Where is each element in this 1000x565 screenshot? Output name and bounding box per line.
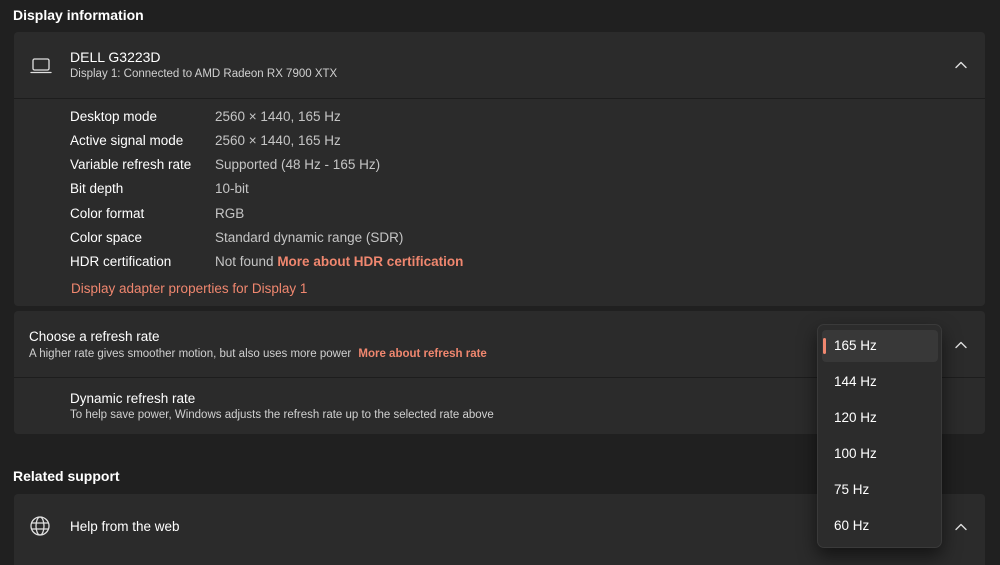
help-from-web-label: Help from the web [70,519,180,534]
info-label: Color space [70,230,143,245]
laptop-icon [30,58,52,74]
refresh-rate-option-label: 144 Hz [834,374,877,389]
refresh-rate-subtitle: A higher rate gives smoother motion, but… [29,348,352,360]
info-value-group: Not found More about HDR certification [215,254,463,269]
info-row-bit-depth: Bit depth 10-bit [70,181,770,201]
refresh-rate-option[interactable]: 100 Hz [822,438,938,470]
refresh-rate-option[interactable]: 75 Hz [822,474,938,506]
refresh-rate-option-label: 165 Hz [834,338,877,353]
settings-page: Display information DELL G3223D Display … [0,0,1000,565]
info-value: 10-bit [215,181,249,196]
info-row-color-format: Color format RGB [70,206,770,226]
display-card: DELL G3223D Display 1: Connected to AMD … [14,32,985,306]
info-label: Desktop mode [70,109,158,124]
info-value: Supported (48 Hz - 165 Hz) [215,157,381,172]
globe-icon [30,516,50,536]
section-title-display-information: Display information [13,7,144,23]
refresh-rate-option-label: 60 Hz [834,518,870,533]
refresh-rate-option[interactable]: 120 Hz [822,402,938,434]
info-label: HDR certification [70,254,172,269]
chevron-up-icon[interactable] [953,519,969,535]
info-row-color-space: Color space Standard dynamic range (SDR) [70,230,770,250]
info-row-hdr-certification: HDR certification Not found More about H… [70,254,770,274]
section-title-related-support: Related support [13,468,120,484]
display-adapter-properties-link[interactable]: Display adapter properties for Display 1 [71,281,307,296]
chevron-up-icon[interactable] [953,337,969,353]
info-row-active-signal-mode: Active signal mode 2560 × 1440, 165 Hz [70,133,770,153]
divider [14,98,985,99]
info-label: Variable refresh rate [70,157,192,172]
chevron-up-icon[interactable] [953,57,969,73]
info-value: Not found [215,254,274,269]
device-name: DELL G3223D [70,49,161,65]
info-label: Active signal mode [70,133,184,148]
refresh-rate-dropdown[interactable]: 165 Hz 144 Hz 120 Hz 100 Hz 75 Hz 60 Hz [817,324,942,548]
device-subtitle: Display 1: Connected to AMD Radeon RX 79… [70,68,338,80]
refresh-rate-option[interactable]: 144 Hz [822,366,938,398]
selected-indicator [823,338,826,354]
refresh-rate-option-label: 120 Hz [834,410,877,425]
dynamic-refresh-rate-subtitle: To help save power, Windows adjusts the … [70,409,494,421]
refresh-rate-option-label: 75 Hz [834,482,870,497]
dynamic-refresh-rate-title: Dynamic refresh rate [70,391,196,406]
info-row-variable-refresh-rate: Variable refresh rate Supported (48 Hz -… [70,157,770,177]
info-value: 2560 × 1440, 165 Hz [215,109,341,124]
refresh-rate-subtitle-group: A higher rate gives smoother motion, but… [29,348,487,360]
refresh-rate-title: Choose a refresh rate [29,329,160,344]
info-label: Bit depth [70,181,124,196]
info-value: RGB [215,206,245,221]
display-card-header[interactable]: DELL G3223D Display 1: Connected to AMD … [14,32,985,98]
refresh-rate-option[interactable]: 60 Hz [822,510,938,542]
hdr-certification-link[interactable]: More about HDR certification [277,254,463,269]
info-value: Standard dynamic range (SDR) [215,230,404,245]
refresh-rate-link[interactable]: More about refresh rate [358,348,486,360]
refresh-rate-option[interactable]: 165 Hz [822,330,938,362]
refresh-rate-option-label: 100 Hz [834,446,877,461]
info-label: Color format [70,206,145,221]
info-row-desktop-mode: Desktop mode 2560 × 1440, 165 Hz [70,109,770,129]
info-value: 2560 × 1440, 165 Hz [215,133,341,148]
